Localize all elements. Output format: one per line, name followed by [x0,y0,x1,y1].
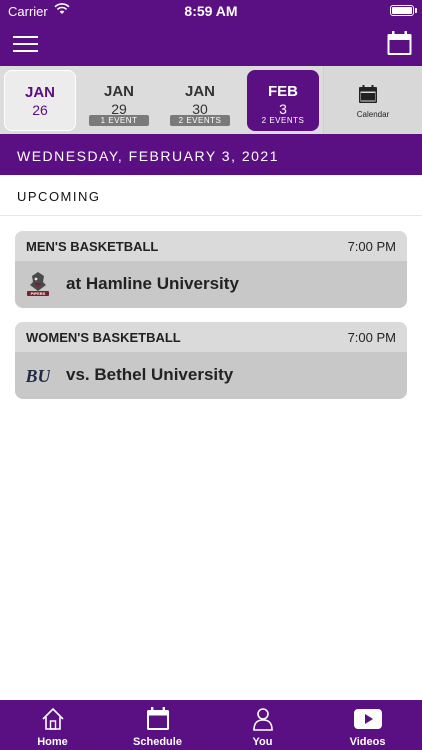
nav-bar [0,22,422,66]
section-title: UPCOMING [0,176,422,216]
date-item-jan-29[interactable]: JAN 29 1 EVENT [83,70,155,131]
selected-date-header: WEDNESDAY, FEBRUARY 3, 2021 [0,134,422,175]
event-card-header: MEN'S BASKETBALL 7:00 PM [15,231,407,261]
calendar-label: Calendar [356,110,390,119]
event-card[interactable]: MEN'S BASKETBALL 7:00 PM PIPERS at Hamli… [15,231,407,308]
battery-tip [415,8,417,13]
event-count-badge: 2 EVENTS [261,116,305,125]
status-time: 8:59 AM [184,3,238,19]
home-icon [42,707,64,730]
date-month: JAN [24,84,55,101]
event-count-badge: 1 EVENT [89,115,149,126]
date-item-jan-26[interactable]: JAN 26 [4,70,76,131]
tab-label: Home [37,736,68,748]
date-month: JAN [103,83,134,100]
tab-label: Videos [349,736,386,748]
calendar-icon [359,85,377,103]
menu-icon[interactable] [13,36,38,52]
event-card[interactable]: WOMEN'S BASKETBALL 7:00 PM BU vs. Bethel… [15,322,407,399]
status-bar: Carrier 8:59 AM [0,0,422,22]
date-month: FEB [268,83,298,100]
tab-home[interactable]: Home [0,700,105,750]
date-strip: JAN 26 JAN 29 1 EVENT JAN 30 2 EVENTS FE… [0,66,422,134]
event-opponent: vs. Bethel University [66,365,234,384]
calendar-icon [147,707,169,730]
event-card-body: BU vs. Bethel University [15,352,407,399]
battery-icon [390,5,414,16]
play-icon [354,709,382,729]
event-time: 7:00 PM [347,330,396,345]
tab-schedule[interactable]: Schedule [105,700,210,750]
tab-you[interactable]: You [210,700,315,750]
person-icon [253,708,273,731]
event-opponent: at Hamline University [66,274,239,293]
team-logo-text: BU [26,366,50,386]
tab-label: You [252,736,273,748]
tab-bar: Home Schedule You Videos [0,700,422,750]
event-card-header: WOMEN'S BASKETBALL 7:00 PM [15,322,407,352]
calendar-icon[interactable] [387,31,412,56]
team-logo: BU [26,366,50,386]
tab-videos[interactable]: Videos [315,700,420,750]
event-sport: MEN'S BASKETBALL [26,239,159,254]
calendar-button[interactable]: Calendar [323,66,422,134]
date-item-feb-3[interactable]: FEB 3 2 EVENTS [247,70,319,131]
team-logo: PIPERS [27,272,49,296]
date-day: 26 [32,102,48,118]
event-time: 7:00 PM [347,239,396,254]
event-card-body: PIPERS at Hamline University [15,261,407,308]
event-sport: WOMEN'S BASKETBALL [26,330,181,345]
date-item-jan-30[interactable]: JAN 30 2 EVENTS [164,70,236,131]
team-logo-text: PIPERS [31,291,46,296]
date-month: JAN [184,83,215,100]
event-count-badge: 2 EVENTS [170,115,230,126]
tab-label: Schedule [133,736,182,748]
